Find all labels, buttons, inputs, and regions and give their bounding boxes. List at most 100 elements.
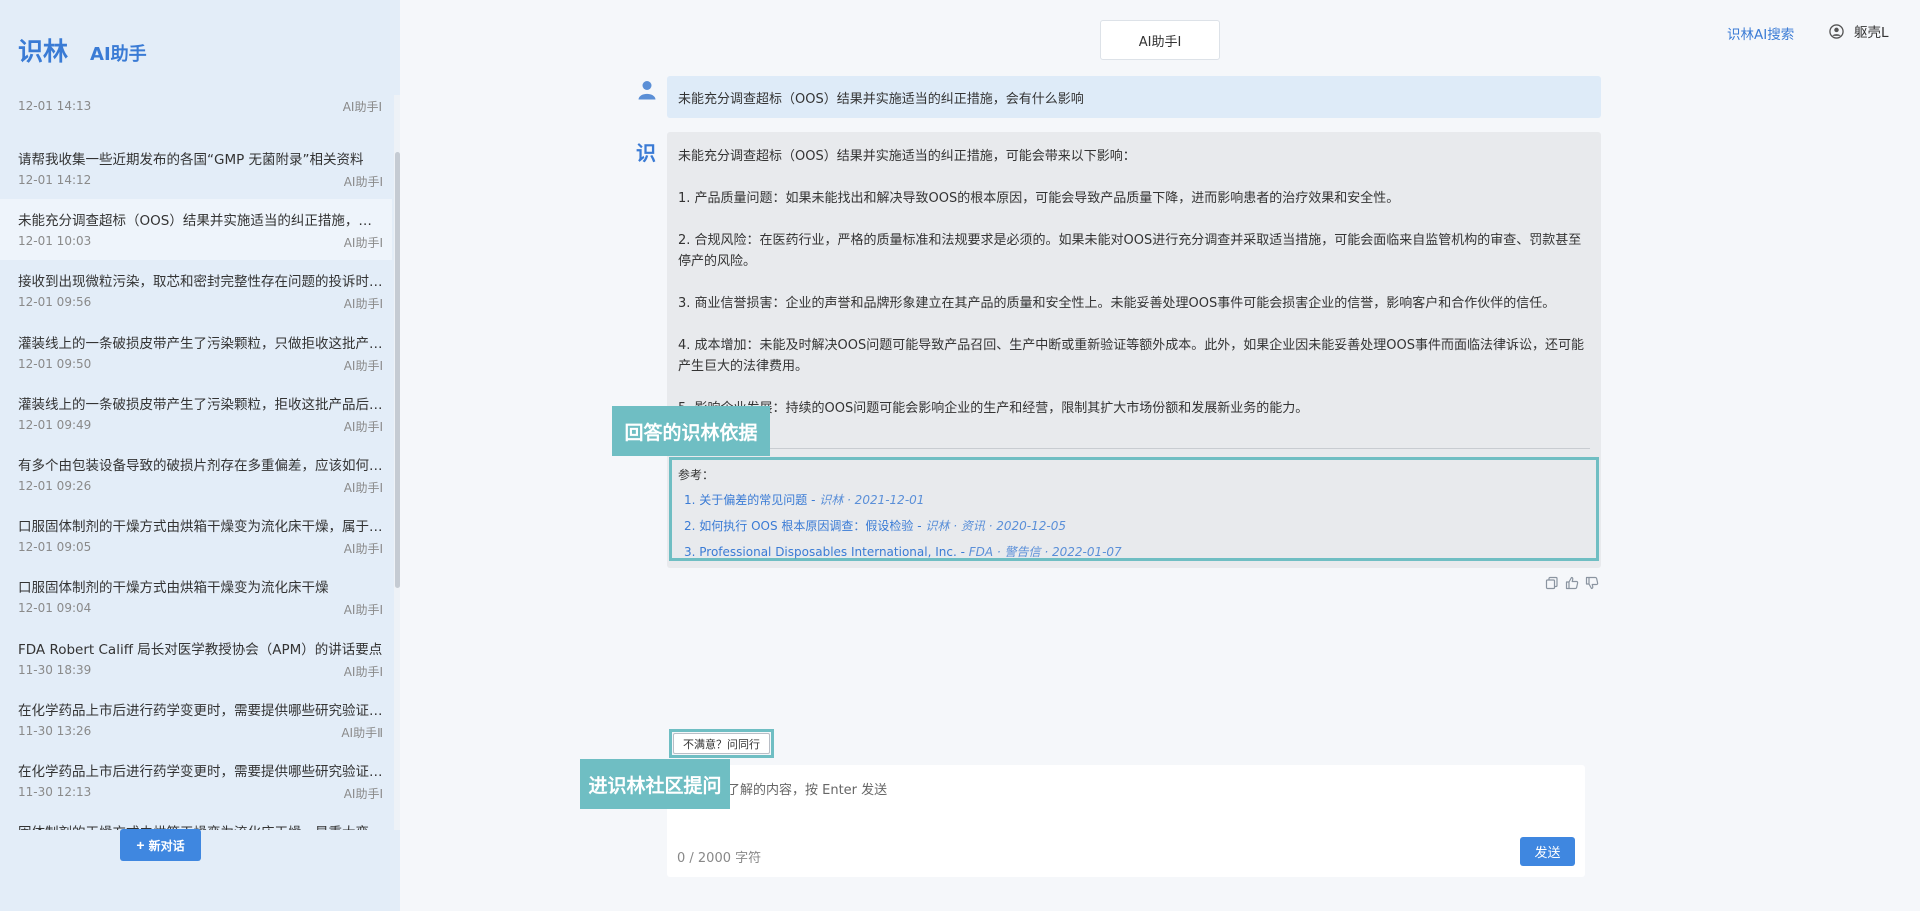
reference-text: 3. Professional Disposables Internationa… — [684, 545, 969, 559]
bot-avatar: 识 — [636, 141, 656, 165]
reference-link[interactable]: 2. 如何执行 OOS 根本原因调查：假设检验 - 识林 · 资讯 · 2020… — [678, 513, 1590, 539]
answer-point-1: 1. 产品质量问题：如果未能找出和解决导致OOS的根本原因，可能会导致产品质量下… — [678, 191, 1400, 206]
history-item-tag: AI助手Ⅰ — [343, 236, 383, 251]
brand-sub: AI助手 — [90, 44, 147, 65]
history-list: 12-01 14:13 AI助手Ⅰ 请帮我收集一些近期发布的各国“GMP 无菌附… — [0, 95, 400, 830]
brand-name: 识林 — [18, 37, 69, 66]
thumbs-down-icon[interactable] — [1585, 576, 1599, 590]
send-button[interactable]: 发送 — [1520, 837, 1575, 866]
history-item-title: 有多个由包装设备导致的破损片剂存在多重偏差，应该如何处理 — [18, 457, 383, 474]
history-item-time: 12-01 10:03 — [18, 234, 92, 249]
sidebar-scroll-thumb[interactable] — [395, 152, 400, 588]
history-item-title: 请帮我收集一些近期发布的各国“GMP 无菌附录”相关资料 — [18, 152, 364, 168]
history-item-time: 11-30 12:13 — [18, 784, 92, 799]
history-item-meta: 11-30 18:39 AI助手Ⅰ — [18, 663, 383, 680]
history-item-title: FDA Robert Califf 局长对医学教授协会（APM）的讲话要点 — [18, 641, 383, 658]
history-item-meta: 12-01 09:04 AI助手Ⅰ — [18, 601, 383, 618]
history-item-title: 固体制剂的干燥方式由烘箱干燥变为流化床干燥，是重大变更吗 — [18, 821, 383, 830]
history-item[interactable]: 灌装线上的一条破损皮带产生了污染颗粒，只做拒收这批产品是否足够 12-01 09:… — [0, 322, 392, 383]
user-avatar-icon — [638, 81, 656, 100]
history-item-title: 口服固体制剂的干燥方式由烘箱干燥变为流化床干燥 — [18, 580, 329, 597]
history-item-tag: AI助手Ⅰ — [343, 603, 383, 618]
reference-link[interactable]: 1. 关于偏差的常见问题 - 识林 · 2021-12-01 — [678, 487, 1590, 513]
history-item-tag: AI助手Ⅰ — [343, 358, 383, 373]
history-item-meta: 12-01 09:49 AI助手Ⅰ — [18, 418, 383, 435]
reference-text: 2. 如何执行 OOS 根本原因调查：假设检验 - — [684, 519, 926, 533]
history-item-tag: AI助手Ⅰ — [342, 99, 382, 114]
history-item-time: 12-01 09:04 — [18, 601, 92, 616]
references-box: 参考： 1. 关于偏差的常见问题 - 识林 · 2021-12-01 2. 如何… — [669, 457, 1599, 561]
user-menu[interactable]: 躯壳L — [1829, 21, 1889, 41]
history-item-time: 12-01 09:26 — [18, 478, 92, 493]
history-item-time: 11-30 13:26 — [18, 723, 92, 738]
brand: 识林 AI助手 — [18, 32, 147, 68]
history-item[interactable]: 未能充分调查超标（OOS）结果并实施适当的纠正措施，会有什么影响 12-01 10… — [0, 199, 392, 261]
answer-divider — [678, 448, 1590, 449]
reference-text: 1. 关于偏差的常见问题 - — [684, 493, 820, 507]
history-item[interactable]: 接收到出现微粒污染，取芯和密封完整性存在问题的投诉时应如何处理 12-01 09:… — [0, 260, 392, 321]
history-items: 请帮我收集一些近期发布的各国“GMP 无菌附录”相关资料 12-01 14:12 A… — [0, 138, 392, 830]
history-item-tag: AI助手Ⅰ — [343, 664, 383, 679]
history-item-top[interactable]: 12-01 14:13 AI助手Ⅰ — [0, 96, 400, 116]
history-item-meta: 12-01 09:50 AI助手Ⅰ — [18, 357, 383, 374]
history-item[interactable]: 在化学药品上市后进行药学变更时，需要提供哪些研究验证资料 11-30 13:26 A… — [0, 689, 392, 750]
question-text: 未能充分调查超标（OOS）结果并实施适当的纠正措施，会有什么影响 — [678, 91, 1084, 107]
annotation-community: 进识林社区提问 — [580, 759, 730, 809]
history-item-meta: 12-01 09:05 AI助手Ⅰ — [18, 540, 383, 557]
thumbs-up-icon[interactable] — [1565, 576, 1579, 590]
history-item[interactable]: 口服固体制剂的干燥方式由烘箱干燥变为流化床干燥 12-01 09:04 AI助手Ⅰ — [0, 566, 392, 627]
history-item-title: 口服固体制剂的干燥方式由烘箱干燥变为流化床干燥，属于什么变更 — [18, 519, 383, 536]
references-title: 参考： — [678, 468, 715, 482]
history-item[interactable]: 在化学药品上市后进行药学变更时，需要提供哪些研究验证资料？ 11-30 12:13… — [0, 750, 392, 811]
history-item-time: 12-01 14:12 — [18, 173, 92, 187]
reference-link[interactable]: 3. Professional Disposables Internationa… — [678, 539, 1590, 565]
history-item-time: 12-01 14:13 — [18, 99, 92, 113]
plus-icon: + — [136, 837, 145, 853]
question-bubble: 未能充分调查超标（OOS）结果并实施适当的纠正措施，会有什么影响 — [667, 76, 1601, 118]
history-item-title: 灌装线上的一条破损皮带产生了污染颗粒，拒收这批产品后还需要做什么 — [18, 396, 383, 413]
reference-source: FDA · 警告信 · 2022-01-07 — [968, 545, 1122, 559]
answer-intro: 未能充分调查超标（OOS）结果并实施适当的纠正措施，可能会带来以下影响： — [678, 149, 1136, 164]
ask-peer-highlight: 不满意？问同行 — [669, 729, 774, 758]
history-item-tag: AI助手Ⅱ — [341, 725, 383, 740]
history-item-tag: AI助手Ⅰ — [343, 175, 383, 189]
history-item-meta: 12-01 09:56 AI助手Ⅰ — [18, 295, 383, 312]
model-tab[interactable]: AI助手Ⅰ — [1100, 20, 1220, 60]
history-item-tag: AI助手Ⅰ — [343, 542, 383, 557]
answer-point-4: 4. 成本增加：未能及时解决OOS问题可能导致产品召回、生产中断或重新验证等额外… — [678, 338, 1584, 374]
history-item-meta: 12-01 14:12 AI助手Ⅰ — [18, 173, 383, 190]
ai-search-link[interactable]: 识林AI搜索 — [1727, 23, 1794, 43]
history-item-time: 12-01 09:50 — [18, 356, 92, 371]
new-chat-button[interactable]: + 新对话 — [120, 829, 201, 861]
history-item[interactable]: 灌装线上的一条破损皮带产生了污染颗粒，拒收这批产品后还需要做什么 12-01 09… — [0, 383, 392, 444]
reference-source: 识林 · 2021-12-01 — [819, 493, 925, 507]
user-icon — [1829, 23, 1844, 39]
history-item-time: 12-01 09:49 — [18, 417, 92, 432]
history-item[interactable]: FDA Robert Califf 局长对医学教授协会（APM）的讲话要点 11-… — [0, 628, 392, 689]
history-item[interactable]: 请帮我收集一些近期发布的各国“GMP 无菌附录”相关资料 12-01 14:12 A… — [0, 138, 392, 199]
history-item-title: 在化学药品上市后进行药学变更时，需要提供哪些研究验证资料 — [18, 702, 383, 719]
history-item[interactable]: 有多个由包装设备导致的破损片剂存在多重偏差，应该如何处理 12-01 09:26 A… — [0, 444, 392, 505]
history-item-meta: 12-01 09:26 AI助手Ⅰ — [18, 479, 383, 496]
answer-actions — [1545, 576, 1599, 590]
history-item-time: 12-01 09:05 — [18, 540, 92, 555]
char-count: 0 / 2000 字符 — [677, 851, 762, 866]
annotation-references: 回答的识林依据 — [612, 406, 770, 456]
history-item-meta: 11-30 13:26 AI助手Ⅱ — [18, 724, 383, 741]
new-chat-label: 新对话 — [148, 838, 185, 853]
history-item-title: 未能充分调查超标（OOS）结果并实施适当的纠正措施，会有什么影响 — [18, 213, 383, 230]
chat-input[interactable]: 了解的内容，按 Enter 发送 0 / 2000 字符 发送 — [667, 765, 1585, 877]
ask-peer-button[interactable]: 不满意？问同行 — [673, 733, 770, 754]
sidebar: 识林 AI助手 12-01 14:13 AI助手Ⅰ 请帮我收集一些近期发布的各国… — [0, 0, 400, 911]
copy-icon[interactable] — [1545, 576, 1559, 590]
answer-point-5: 5. 影响企业发展：持续的OOS问题可能会影响企业的生产和经营，限制其扩大市场份… — [678, 401, 1309, 416]
history-item-tag: AI助手Ⅰ — [343, 419, 383, 434]
history-item-time: 11-30 18:39 — [18, 662, 92, 677]
history-item-title: 灌装线上的一条破损皮带产生了污染颗粒，只做拒收这批产品是否足够 — [18, 335, 383, 352]
user-name: 躯壳L — [1854, 25, 1889, 41]
history-item-tag: AI助手Ⅰ — [343, 786, 383, 801]
history-item-time: 12-01 09:56 — [18, 295, 92, 310]
history-item[interactable]: 固体制剂的干燥方式由烘箱干燥变为流化床干燥，是重大变更吗 — [0, 811, 392, 830]
answer-point-2: 2. 合规风险：在医药行业，严格的质量标准和法规要求是必须的。如果未能对OOS进… — [678, 233, 1582, 269]
history-item[interactable]: 口服固体制剂的干燥方式由烘箱干燥变为流化床干燥，属于什么变更 12-01 09:0… — [0, 505, 392, 566]
